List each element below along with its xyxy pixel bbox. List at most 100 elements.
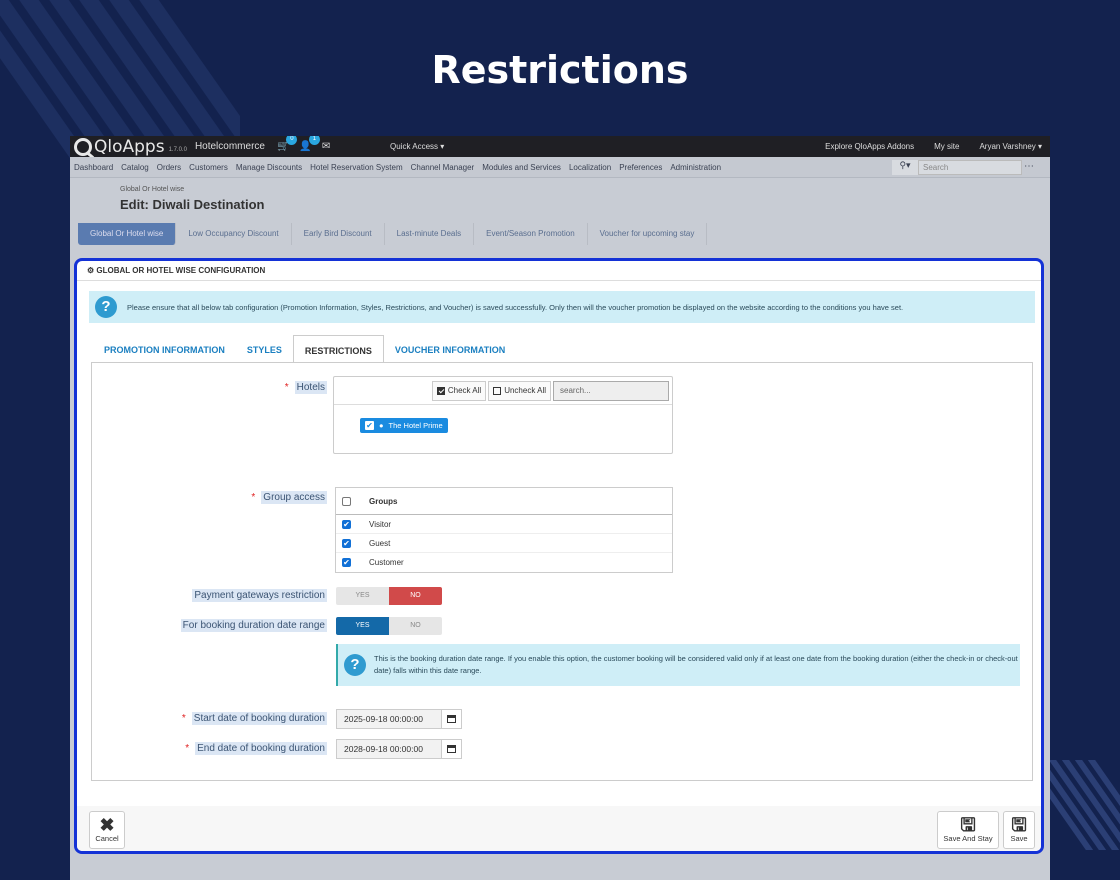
customer-badge: 1 [308, 136, 320, 145]
end-date-field[interactable]: 2028-09-18 00:00:00 [336, 739, 462, 759]
tab-styles[interactable]: STYLES [236, 335, 293, 363]
toggle-yes[interactable]: YES [336, 587, 389, 605]
hotel-name: The Hotel Prime [388, 421, 443, 430]
quick-access-menu[interactable]: Quick Access ▾ [390, 142, 444, 151]
cancel-label: Cancel [95, 834, 119, 843]
cogs-icon: ⚙ [87, 266, 97, 275]
question-icon: ? [95, 296, 117, 318]
page-header: Global Or Hotel wise Edit: Diwali Destin… [70, 178, 1050, 223]
page-title: Edit: Diwali Destination [120, 197, 265, 212]
mail-icon[interactable]: ✉ [322, 141, 330, 152]
nav-hotel-reservation[interactable]: Hotel Reservation System [310, 163, 402, 172]
booking-range-info-text: This is the booking duration date range.… [374, 654, 1018, 675]
nav-channel-manager[interactable]: Channel Manager [411, 163, 475, 172]
cancel-button[interactable]: ✖ Cancel [89, 811, 125, 849]
nav-preferences[interactable]: Preferences [619, 163, 662, 172]
info-alert-text: Please ensure that all below tab configu… [127, 302, 904, 312]
search-icon[interactable]: ⚲▾ [892, 160, 918, 175]
floppy-icon: 🖫 [1011, 815, 1027, 835]
nav-orders[interactable]: Orders [157, 163, 181, 172]
group-name: Guest [369, 538, 391, 548]
uncheck-all-label: Uncheck All [504, 386, 546, 395]
explore-addons-link[interactable]: Explore QloApps Addons [825, 142, 914, 151]
group-access-label-text: Group access [261, 491, 327, 504]
groups-header: Groups [369, 496, 398, 506]
config-tab-last-minute[interactable]: Last-minute Deals [385, 223, 475, 245]
toggle-yes[interactable]: YES [336, 617, 389, 635]
config-tab-low-occupancy[interactable]: Low Occupancy Discount [176, 223, 292, 245]
booking-range-label-text: For booking duration date range [180, 619, 327, 632]
config-tab-global[interactable]: Global Or Hotel wise [78, 223, 177, 245]
panel-heading: ⚙ GLOBAL OR HOTEL WISE CONFIGURATION [77, 261, 1041, 281]
end-date-label-text: End date of booking duration [195, 742, 327, 755]
toggle-no[interactable]: NO [389, 587, 442, 605]
breadcrumb[interactable]: Global Or Hotel wise [120, 186, 1000, 193]
toggle-no[interactable]: NO [389, 617, 442, 635]
config-tab-voucher-upcoming[interactable]: Voucher for upcoming stay [588, 223, 708, 245]
calendar-icon[interactable] [441, 740, 461, 758]
configuration-panel: ⚙ GLOBAL OR HOTEL WISE CONFIGURATION ? P… [74, 258, 1044, 854]
save-label: Save [1010, 834, 1028, 843]
hotel-search-input[interactable]: search... [553, 380, 669, 401]
shop-name[interactable]: Hotelcommerce [195, 141, 265, 152]
config-tab-early-bird[interactable]: Early Bird Discount [292, 223, 385, 245]
bullet-icon: ● [379, 421, 384, 430]
groups-header-row: Groups [336, 488, 672, 515]
info-alert: ? Please ensure that all below tab confi… [89, 291, 1035, 323]
more-icon[interactable]: ⋯ [1024, 161, 1034, 172]
check-square-icon [436, 386, 445, 395]
booking-range-toggle[interactable]: YES NO [336, 617, 442, 635]
decorative-stripes-bottom [1050, 760, 1120, 850]
start-date-field[interactable]: 2025-09-18 00:00:00 [336, 709, 462, 729]
nav-customers[interactable]: Customers [189, 163, 228, 172]
table-row: ✔ Visitor [336, 515, 672, 534]
calendar-icon[interactable] [441, 710, 461, 728]
save-button[interactable]: 🖫 Save [1003, 811, 1035, 849]
payment-restriction-toggle[interactable]: YES NO [336, 587, 442, 605]
tab-promotion-information[interactable]: PROMOTION INFORMATION [93, 335, 236, 363]
cart-icon[interactable]: 🛒 0 [277, 136, 298, 152]
tab-voucher-information[interactable]: VOUCHER INFORMATION [384, 335, 516, 363]
search-input[interactable]: Search [918, 160, 1022, 175]
nav-dashboard[interactable]: Dashboard [74, 163, 113, 172]
hotels-tree: Check All Uncheck All search... ✔ ● The Ho… [333, 376, 673, 454]
checkbox-checked-icon[interactable]: ✔ [365, 421, 374, 430]
customer-icon[interactable]: 👤 1 [299, 136, 320, 152]
group-checkbox-visitor[interactable]: ✔ [342, 519, 351, 529]
hotels-label: * Hotels [284, 381, 327, 394]
group-name: Visitor [369, 519, 392, 529]
start-date-label-text: Start date of booking duration [191, 712, 327, 725]
close-icon: ✖ [99, 815, 115, 835]
start-date-label: * Start date of booking duration [181, 712, 327, 725]
nav-catalog[interactable]: Catalog [121, 163, 149, 172]
user-menu[interactable]: Aryan Varshney ▾ [979, 142, 1042, 151]
start-date-input[interactable]: 2025-09-18 00:00:00 [337, 710, 441, 728]
end-date-input[interactable]: 2028-09-18 00:00:00 [337, 740, 441, 758]
nav-modules[interactable]: Modules and Services [482, 163, 561, 172]
qloapps-logo[interactable]: QloApps [74, 137, 165, 157]
save-and-stay-label: Save And Stay [943, 834, 993, 843]
nav-administration[interactable]: Administration [670, 163, 721, 172]
check-all-label: Check All [447, 386, 482, 395]
floppy-icon: 🖫 [960, 815, 976, 835]
nav-localization[interactable]: Localization [569, 163, 611, 172]
nav-manage-discounts[interactable]: Manage Discounts [236, 163, 302, 172]
panel-heading-text: GLOBAL OR HOTEL WISE CONFIGURATION [96, 266, 266, 275]
tab-restrictions[interactable]: RESTRICTIONS [292, 335, 384, 363]
check-all-button[interactable]: Check All [431, 380, 487, 401]
select-all-groups-checkbox[interactable] [342, 496, 351, 506]
group-name: Customer [369, 558, 404, 567]
uncheck-all-button[interactable]: Uncheck All [488, 380, 551, 401]
save-and-stay-button[interactable]: 🖫 Save And Stay [937, 811, 999, 849]
hotels-label-text: Hotels [294, 381, 327, 394]
booking-range-info: ? This is the booking duration date rang… [336, 644, 1020, 686]
booking-range-label: For booking duration date range [127, 619, 327, 632]
config-tab-event-season[interactable]: Event/Season Promotion [474, 223, 588, 245]
hotel-item-selected[interactable]: ✔ ● The Hotel Prime [360, 418, 448, 433]
hero-title: Restrictions [431, 48, 689, 92]
main-nav: Dashboard Catalog Orders Customers Manag… [70, 157, 1050, 178]
my-site-link[interactable]: My site [934, 142, 959, 151]
group-checkbox-guest[interactable]: ✔ [342, 538, 351, 548]
version: 1.7.0.0 [168, 146, 187, 153]
group-checkbox-customer[interactable]: ✔ [342, 558, 351, 567]
